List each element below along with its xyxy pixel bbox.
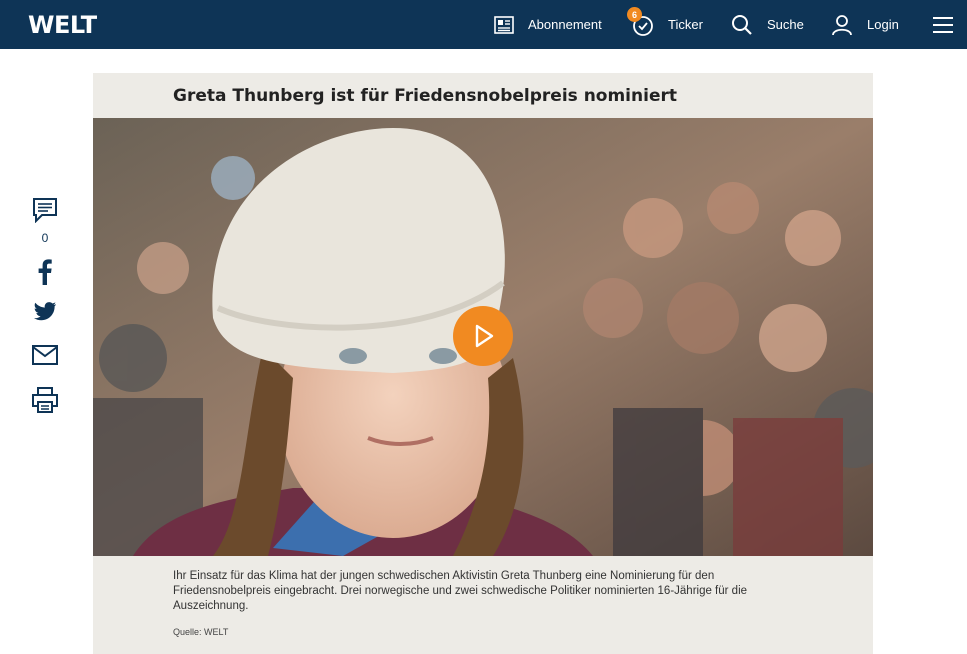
- nav-abonnement-label: Abonnement: [528, 17, 602, 32]
- share-mail-button[interactable]: [30, 345, 60, 365]
- video-player[interactable]: [93, 118, 873, 556]
- print-icon: [32, 387, 58, 413]
- nav-suche[interactable]: Suche: [731, 0, 804, 49]
- print-button[interactable]: [30, 387, 60, 413]
- hamburger-menu-icon: [933, 16, 953, 33]
- nav-abonnement[interactable]: Abonnement: [494, 0, 602, 49]
- article-headline: Greta Thunberg ist für Friedensnobelprei…: [173, 86, 677, 106]
- nav-login[interactable]: Login: [831, 0, 899, 49]
- nav-ticker-label: Ticker: [668, 17, 703, 32]
- nav-suche-label: Suche: [767, 17, 804, 32]
- share-facebook-button[interactable]: [30, 259, 60, 285]
- search-icon: [732, 14, 752, 35]
- comment-icon: [33, 198, 57, 223]
- play-icon: [475, 324, 494, 348]
- newspaper-icon: [494, 15, 514, 34]
- mail-icon: [32, 345, 58, 365]
- twitter-icon: [34, 302, 56, 321]
- share-twitter-button[interactable]: [30, 302, 60, 322]
- video-caption: Ihr Einsatz für das Klima hat der jungen…: [173, 570, 748, 612]
- article-container: Greta Thunberg ist für Friedensnobelprei…: [93, 73, 873, 654]
- top-navigation-bar: WELT Abonnement 6 Ticker Suche Login: [0, 0, 967, 49]
- facebook-icon: [38, 259, 52, 285]
- user-icon: [832, 14, 852, 35]
- comments-button[interactable]: [30, 197, 60, 223]
- play-button[interactable]: [453, 306, 513, 366]
- comment-count: 0: [41, 231, 49, 245]
- nav-ticker[interactable]: 6 Ticker: [627, 0, 703, 49]
- ticker-badge: 6: [627, 7, 642, 22]
- welt-logo[interactable]: WELT: [28, 11, 97, 39]
- video-source: Quelle: WELT: [173, 627, 229, 637]
- menu-button[interactable]: [932, 0, 954, 49]
- nav-login-label: Login: [867, 17, 899, 32]
